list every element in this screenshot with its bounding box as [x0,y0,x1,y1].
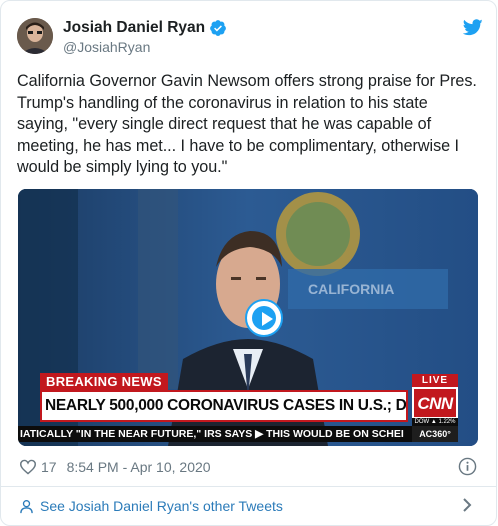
twitter-bird-icon[interactable] [463,19,483,36]
info-icon[interactable] [458,457,477,476]
name-row: Josiah Daniel Ryan [63,19,227,37]
news-ticker: IATICALLY "IN THE NEAR FUTURE," IRS SAYS… [18,426,458,442]
play-button[interactable] [245,299,283,337]
avatar[interactable] [17,18,53,54]
tweet-text: California Governor Gavin Newsom offers … [17,72,477,176]
svg-text:CALIFORNIA: CALIFORNIA [308,281,394,297]
display-name[interactable]: Josiah Daniel Ryan [63,19,205,37]
headline-chyron: NEARLY 500,000 CORONAVIRUS CASES IN U.S.… [40,390,408,422]
breaking-news-label: BREAKING NEWS [40,373,168,390]
video-thumbnail[interactable]: CALIFORNIA BREAKING NEWS NEARLY 500,000 … [18,189,478,446]
live-label: LIVE [412,374,458,387]
show-logo: AC360° [412,426,458,442]
like-count[interactable]: 17 [41,459,57,475]
play-icon [262,312,273,326]
tweet-header: Josiah Daniel Ryan @JosiahRyan [17,15,483,59]
footer[interactable]: See Josiah Daniel Ryan's other Tweets [19,496,283,516]
dow-ticker: DOW ▲ 1.22% [412,418,458,426]
chevron-right-icon[interactable] [462,498,472,512]
tweet-meta: 17 8:54 PM - Apr 10, 2020 [19,457,211,477]
person-icon [20,499,33,513]
tweet-card: Josiah Daniel Ryan @JosiahRyan Californi… [0,0,497,526]
verified-badge-icon [210,20,227,36]
heart-icon[interactable] [19,459,37,475]
user-handle[interactable]: @JosiahRyan [63,39,150,55]
network-logo: CNN [412,387,458,419]
tweet-timestamp[interactable]: 8:54 PM - Apr 10, 2020 [67,459,211,475]
divider [1,486,496,487]
other-tweets-link[interactable]: See Josiah Daniel Ryan's other Tweets [40,498,283,514]
